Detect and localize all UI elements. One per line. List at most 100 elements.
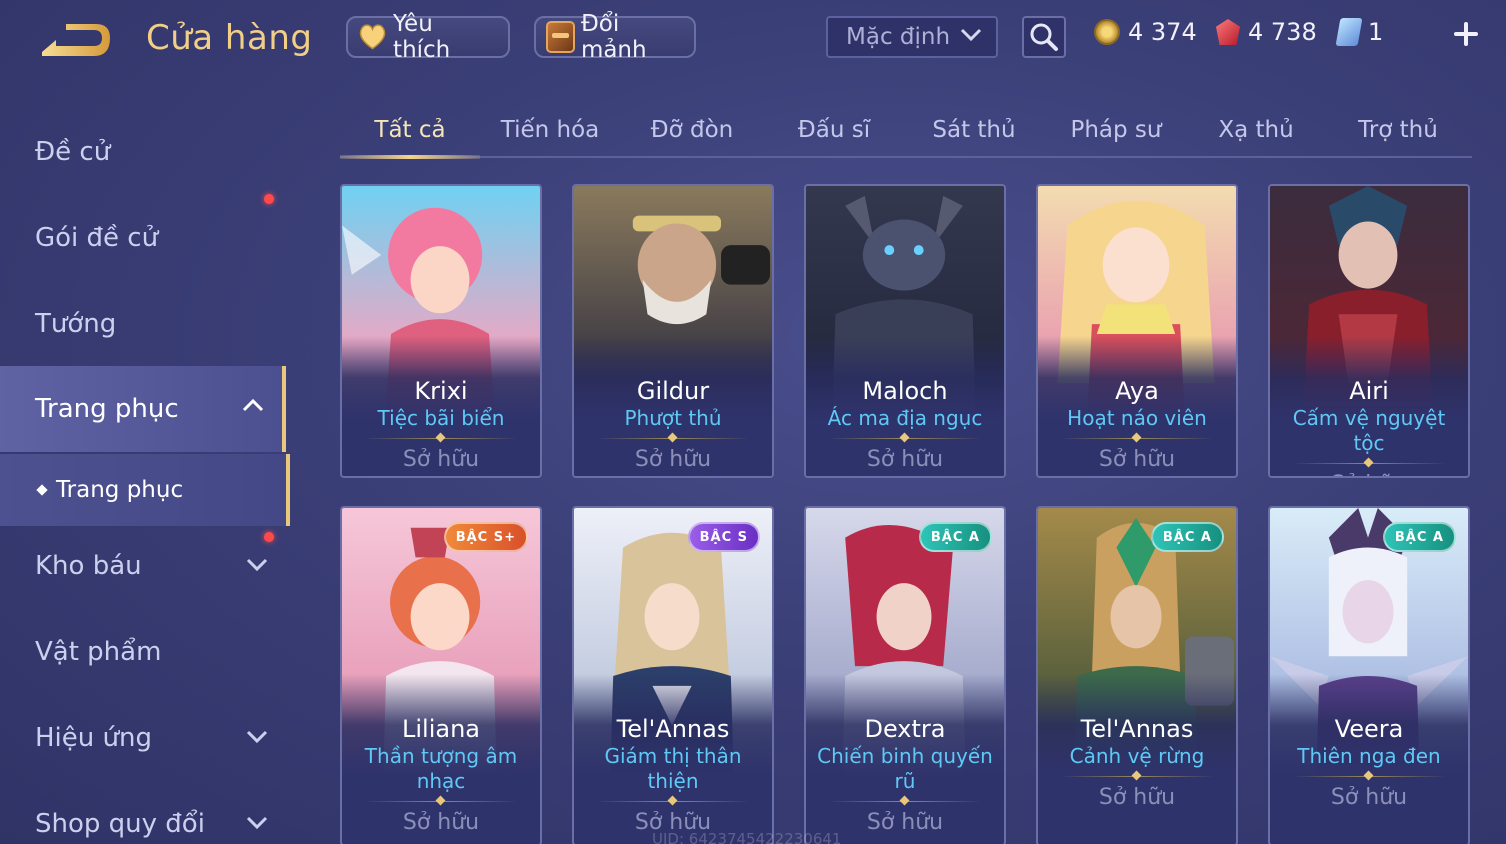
skin-card[interactable]: BẬC A Veera Thiên nga đen Sở hữu (1268, 506, 1470, 844)
sidebar-item-label: Tướng (35, 309, 117, 339)
hero-name: Aya (1115, 377, 1159, 405)
hero-name: Liliana (402, 715, 480, 743)
hero-name: Veera (1334, 715, 1404, 743)
owned-status: Sở hữu (1098, 785, 1176, 810)
sidebar-item-label: Đề cử (35, 137, 111, 167)
treasure-chest-icon (546, 21, 575, 53)
chevron-down-icon (246, 730, 268, 744)
sidebar-item-items[interactable]: Vật phẩm (0, 612, 286, 692)
chevron-down-icon (960, 28, 982, 42)
skin-info: Aya Hoạt náo viên Sở hữu (1038, 336, 1236, 476)
favorites-button[interactable]: Yêu thích (346, 11, 510, 63)
add-currency-plus-icon[interactable] (1448, 16, 1484, 52)
chevron-down-icon (246, 558, 268, 572)
skin-name: Cảnh vệ rừng (1069, 744, 1205, 768)
tab-assassin[interactable]: Sát thủ (904, 104, 1044, 156)
divider (364, 796, 518, 806)
bullet-diamond-icon (36, 484, 48, 496)
gold-coin-icon (1094, 19, 1120, 45)
skin-info: Tel'Annas Cảnh vệ rừng Sở hữu (1038, 674, 1236, 844)
hero-name: Krixi (414, 377, 468, 405)
rank-badge: BẬC A (1150, 522, 1224, 552)
tab-evolution[interactable]: Tiến hóa (480, 104, 620, 156)
skin-info: Dextra Chiến binh quyến rũ Sở hữu (806, 674, 1004, 844)
tab-fighter[interactable]: Đấu sĩ (764, 104, 904, 156)
sidebar-item-skins[interactable]: Trang phục (0, 366, 286, 452)
skin-info: Gildur Phượt thủ Sở hữu (574, 336, 772, 476)
skin-card[interactable]: Gildur Phượt thủ Sở hữu (572, 184, 774, 478)
sidebar-item-label: Shop quy đổi (35, 809, 205, 839)
hero-name: Gildur (636, 377, 710, 405)
owned-status: Sở hữu (866, 447, 944, 472)
sidebar-item-label: Gói đề cử (35, 223, 159, 253)
hero-name: Tel'Annas (616, 715, 730, 743)
skin-name: Hoạt náo viên (1067, 406, 1207, 430)
chevron-up-icon (242, 398, 264, 412)
gold-balance: 4 374 (1094, 18, 1197, 46)
chevron-down-icon (246, 816, 268, 830)
voucher-balance: 1 (1335, 18, 1384, 46)
heart-icon (359, 24, 386, 50)
hero-name: Airi (1349, 377, 1389, 405)
sidebar-item-label: Vật phẩm (35, 637, 162, 667)
exchange-fragments-button[interactable]: Đổi mảnh (534, 11, 696, 63)
page-title: Cửa hàng (146, 18, 313, 58)
user-id-watermark: UID: 6423745422230641 (652, 830, 842, 844)
skin-card[interactable]: BẬC S Tel'Annas Giám thị thân thiện Sở h… (572, 506, 774, 844)
sidebar-subitem-label: Trang phục (56, 477, 184, 503)
favorites-label: Yêu thích (393, 11, 451, 63)
skin-card[interactable]: BẬC A Tel'Annas Cảnh vệ rừng Sở hữu (1036, 506, 1238, 844)
skin-name: Cấm vệ nguyệt tộc (1292, 406, 1446, 455)
skin-info: Airi Cấm vệ nguyệt tộc Sở hữu (1270, 336, 1468, 476)
skin-card[interactable]: Maloch Ác ma địa ngục Sở hữu (804, 184, 1006, 478)
owned-status: Sở hữu (402, 810, 480, 835)
sidebar-item-recommended[interactable]: Đề cử (0, 112, 286, 192)
skin-name: Tiệc bãi biển (377, 406, 505, 430)
skin-name: Thần tượng âm nhạc (364, 744, 518, 793)
search-icon (1030, 23, 1058, 51)
rank-badge: BẬC A (1382, 522, 1456, 552)
ruby-gem-icon (1216, 19, 1240, 45)
skin-info: Krixi Tiệc bãi biển Sở hữu (342, 336, 540, 476)
search-button[interactable] (1022, 16, 1066, 58)
divider (1060, 433, 1214, 443)
gold-amount: 4 374 (1128, 18, 1197, 46)
sidebar-item-recommended-bundles[interactable]: Gói đề cử (0, 194, 286, 278)
tab-support[interactable]: Trợ thủ (1328, 104, 1468, 156)
skin-card[interactable]: BẬC S+ Liliana Thần tượng âm nhạc Sở hữu (340, 506, 542, 844)
ruby-balance: 4 738 (1216, 18, 1317, 46)
skin-card[interactable]: Aya Hoạt náo viên Sở hữu (1036, 184, 1238, 478)
skin-info: Tel'Annas Giám thị thân thiện Sở hữu (574, 674, 772, 844)
sidebar-item-label: Hiệu ứng (35, 723, 152, 753)
divider (1292, 458, 1446, 468)
voucher-amount: 1 (1368, 18, 1384, 46)
sort-dropdown[interactable]: Mặc định (826, 16, 998, 58)
skin-card[interactable]: Krixi Tiệc bãi biển Sở hữu (340, 184, 542, 478)
skin-card[interactable]: Airi Cấm vệ nguyệt tộc Sở hữu (1268, 184, 1470, 478)
tab-tank[interactable]: Đỡ đòn (622, 104, 762, 156)
sidebar-item-treasure[interactable]: Kho báu (0, 526, 286, 606)
owned-status: Sở hữu (634, 447, 712, 472)
divider (828, 796, 982, 806)
notification-dot (264, 532, 274, 542)
hero-name: Maloch (862, 377, 948, 405)
sidebar-item-heroes[interactable]: Tướng (0, 284, 286, 364)
owned-status: Sở hữu (1330, 785, 1408, 810)
sidebar-subitem-skins[interactable]: Trang phục (0, 454, 290, 526)
hero-name: Tel'Annas (1080, 715, 1194, 743)
skin-card[interactable]: BẬC A Dextra Chiến binh quyến rũ Sở hữu (804, 506, 1006, 844)
owned-status: Sở hữu (402, 447, 480, 472)
sidebar-item-effects[interactable]: Hiệu ứng (0, 698, 286, 778)
divider (828, 433, 982, 443)
owned-status: Sở hữu (1098, 447, 1176, 472)
back-arrow-icon[interactable] (36, 22, 114, 64)
divider (364, 433, 518, 443)
sidebar-item-exchange-shop[interactable]: Shop quy đổi (0, 784, 286, 844)
ruby-amount: 4 738 (1248, 18, 1317, 46)
notification-dot (264, 194, 274, 204)
tab-all[interactable]: Tất cả (340, 104, 480, 159)
skin-info: Maloch Ác ma địa ngục Sở hữu (806, 336, 1004, 476)
tab-marksman[interactable]: Xạ thủ (1186, 104, 1326, 156)
tab-mage[interactable]: Pháp sư (1046, 104, 1186, 156)
voucher-icon (1335, 18, 1363, 46)
